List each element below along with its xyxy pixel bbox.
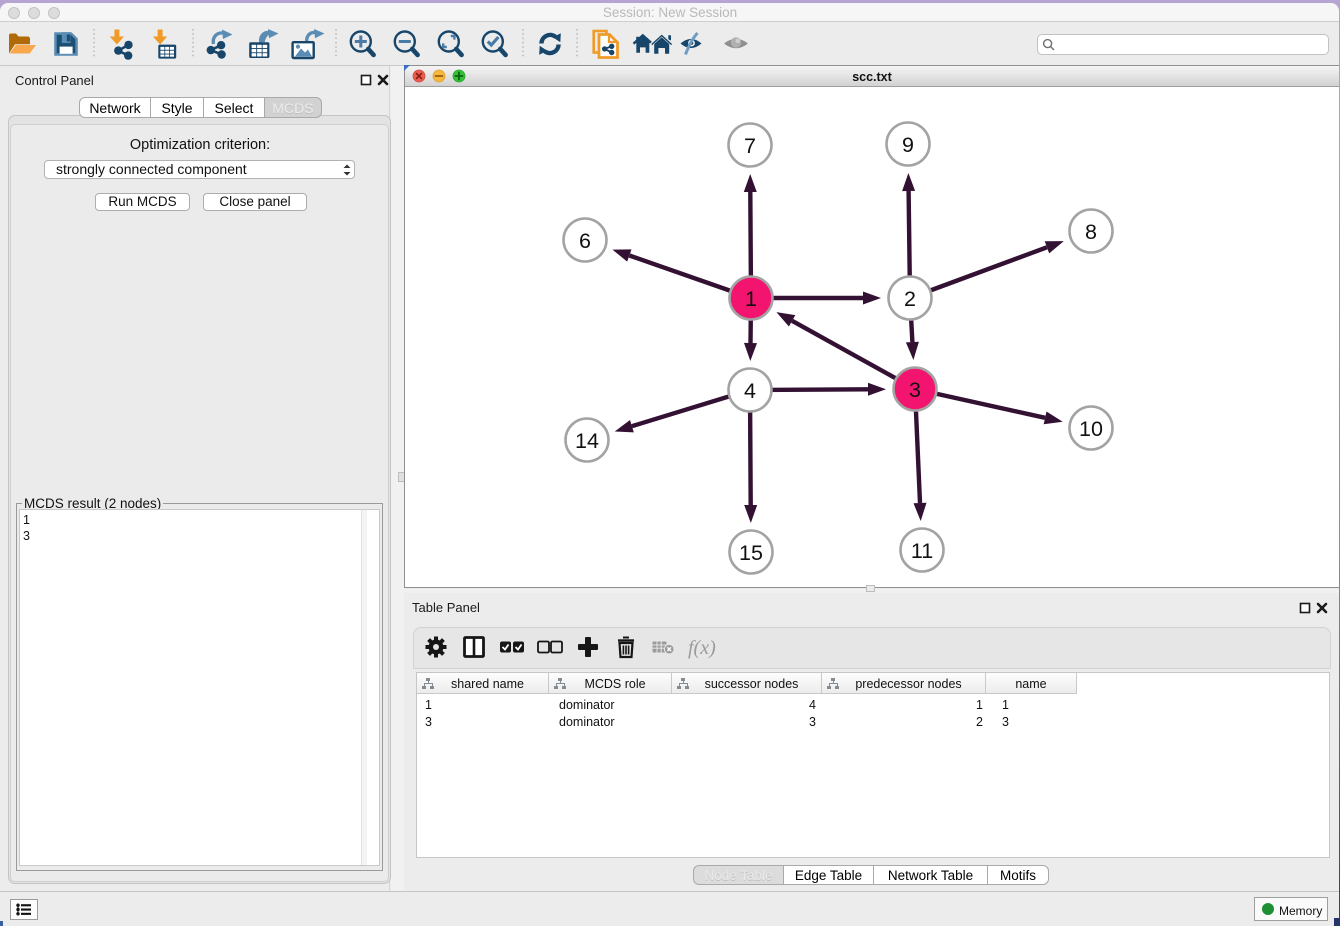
svg-text:8: 8 xyxy=(1085,220,1097,244)
svg-text:f(x): f(x) xyxy=(688,637,716,659)
svg-text:1: 1 xyxy=(745,287,757,311)
svg-text:11: 11 xyxy=(911,539,933,563)
svg-text:2: 2 xyxy=(904,287,916,311)
svg-text:9: 9 xyxy=(902,133,914,157)
svg-text:10: 10 xyxy=(1079,417,1103,441)
svg-text:15: 15 xyxy=(739,541,763,565)
svg-text:3: 3 xyxy=(909,378,921,402)
svg-text:7: 7 xyxy=(744,134,756,158)
svg-text:4: 4 xyxy=(744,379,756,403)
svg-text:14: 14 xyxy=(575,429,599,453)
svg-text:6: 6 xyxy=(579,229,591,253)
